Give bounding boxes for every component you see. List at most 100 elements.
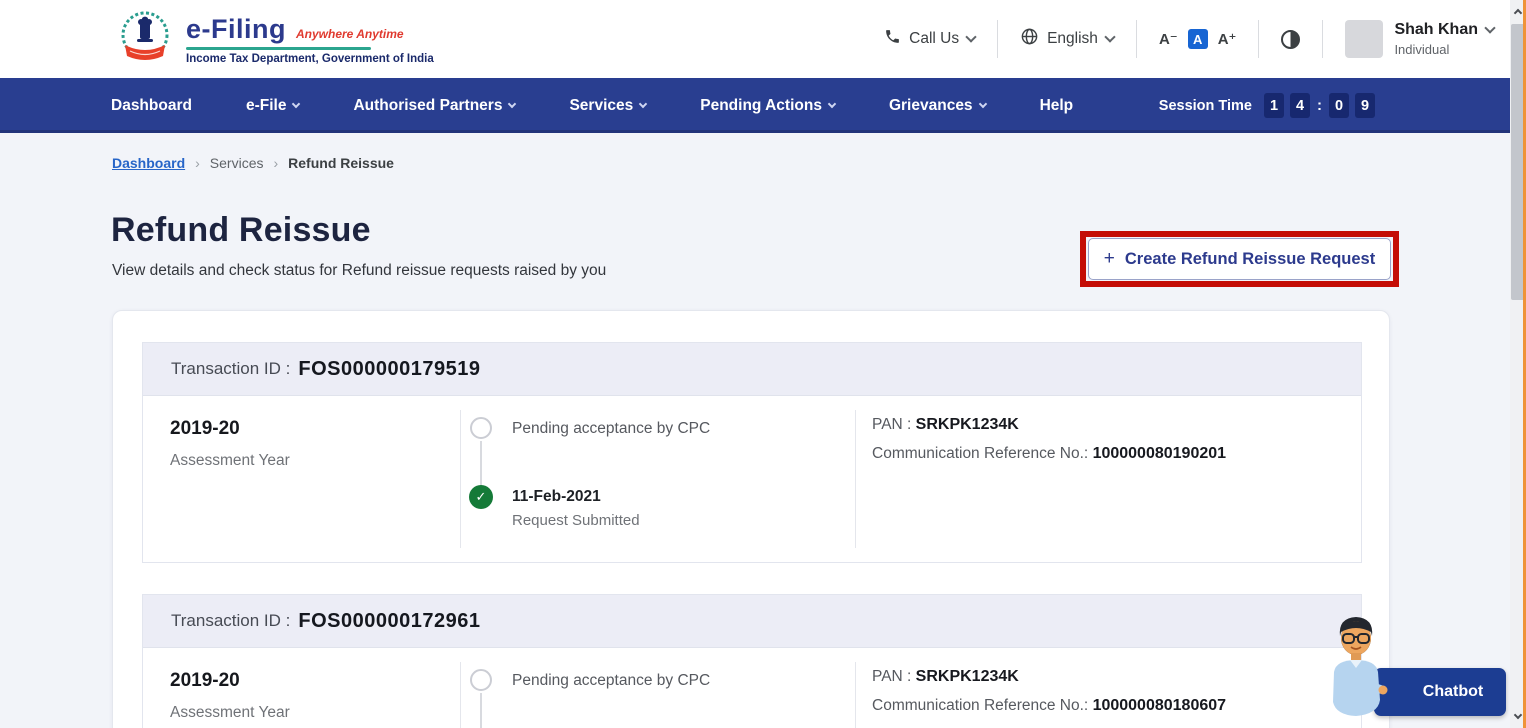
divider <box>1322 20 1323 58</box>
nav-label: Grievances <box>889 97 973 115</box>
brand-tagline: Anywhere Anytime <box>296 27 404 41</box>
timeline-connector <box>480 441 482 486</box>
font-default-button[interactable]: A <box>1188 29 1208 49</box>
pan-label: PAN : <box>872 668 911 685</box>
comm-ref-value: 100000080190201 <box>1093 445 1226 462</box>
transaction-header: Transaction ID : FOS000000179519 <box>143 343 1361 396</box>
phone-icon <box>884 28 901 50</box>
submitted-date: 11-Feb-2021 <box>512 488 601 506</box>
transaction-body: 2019-20 Assessment Year Pending acceptan… <box>143 396 1361 562</box>
chevron-down-icon <box>639 100 647 108</box>
department-name: Income Tax Department, Government of Ind… <box>186 53 434 65</box>
top-header: e-Filing Anywhere Anytime Income Tax Dep… <box>0 0 1510 78</box>
logo-divider <box>186 47 371 50</box>
call-us-label: Call Us <box>909 30 959 48</box>
pan-label: PAN : <box>872 416 911 433</box>
refund-requests-panel: Transaction ID : FOS000000179519 2019-20… <box>112 310 1390 728</box>
column-divider <box>460 662 461 728</box>
pending-status-text: Pending acceptance by CPC <box>512 420 710 438</box>
divider <box>997 20 998 58</box>
breadcrumb-services[interactable]: Services <box>210 155 264 171</box>
user-name: Shah Khan <box>1394 21 1478 39</box>
font-increase-button[interactable]: A⁺ <box>1218 30 1237 48</box>
divider <box>1136 20 1137 58</box>
efiling-logo[interactable]: e-Filing Anywhere Anytime Income Tax Dep… <box>118 9 434 70</box>
chevron-up-icon <box>1514 9 1522 17</box>
nav-pending-actions[interactable]: Pending Actions <box>700 97 835 115</box>
main-navbar: Dashboard e-File Authorised Partners Ser… <box>0 78 1510 133</box>
nav-label: Dashboard <box>111 97 192 115</box>
nav-grievances[interactable]: Grievances <box>889 97 986 115</box>
session-digit: 4 <box>1290 93 1310 118</box>
pan-value: SRKPK1234K <box>916 668 1019 685</box>
pan-value: SRKPK1234K <box>916 416 1019 433</box>
nav-label: Authorised Partners <box>353 97 502 115</box>
chatbot-button[interactable]: Chatbot <box>1374 668 1506 716</box>
pending-status-text: Pending acceptance by CPC <box>512 672 710 690</box>
transaction-id-label: Transaction ID : <box>171 611 290 631</box>
submitted-status-text: Request Submitted <box>512 512 640 529</box>
language-menu[interactable]: English <box>1020 27 1114 51</box>
divider <box>1258 20 1259 58</box>
session-time-label: Session Time <box>1159 98 1252 114</box>
chevron-down-icon <box>1104 31 1115 42</box>
nav-label: Help <box>1040 97 1074 115</box>
page-title: Refund Reissue <box>111 211 371 250</box>
nav-label: e-File <box>246 97 286 115</box>
font-decrease-button[interactable]: A⁻ <box>1159 30 1178 48</box>
avatar <box>1345 20 1383 58</box>
nav-services[interactable]: Services <box>569 97 646 115</box>
transaction-header: Transaction ID : FOS000000172961 <box>143 595 1361 648</box>
breadcrumb: Dashboard › Services › Refund Reissue <box>112 155 394 171</box>
session-colon: : <box>1317 97 1322 114</box>
breadcrumb-separator: › <box>195 155 200 171</box>
nav-help[interactable]: Help <box>1040 97 1074 115</box>
nav-e-file[interactable]: e-File <box>246 97 299 115</box>
assessment-year-label: Assessment Year <box>170 452 290 470</box>
contrast-toggle-icon[interactable] <box>1281 30 1300 49</box>
transaction-card: Transaction ID : FOS000000179519 2019-20… <box>142 342 1362 563</box>
chevron-down-icon <box>292 100 300 108</box>
pan-row: PAN : SRKPK1234K <box>872 668 1019 686</box>
column-divider <box>855 662 856 728</box>
chevron-down-icon <box>1484 22 1495 33</box>
column-divider <box>855 410 856 548</box>
page-content: Dashboard › Services › Refund Reissue Re… <box>0 133 1510 728</box>
create-refund-reissue-request-button[interactable]: + Create Refund Reissue Request <box>1088 238 1391 280</box>
comm-ref-row: Communication Reference No.: 10000008018… <box>872 697 1226 715</box>
nav-label: Pending Actions <box>700 97 822 115</box>
page-subtitle: View details and check status for Refund… <box>112 262 606 280</box>
brand-name: e-Filing <box>186 14 286 45</box>
transaction-card: Transaction ID : FOS000000172961 2019-20… <box>142 594 1362 728</box>
assessment-year-value: 2019-20 <box>170 418 240 440</box>
breadcrumb-dashboard[interactable]: Dashboard <box>112 155 185 171</box>
income-tax-emblem-icon <box>118 9 172 70</box>
globe-icon <box>1020 27 1039 51</box>
pending-step-icon <box>470 417 492 439</box>
assessment-year-label: Assessment Year <box>170 704 290 722</box>
comm-ref-label: Communication Reference No.: <box>872 445 1088 462</box>
create-button-label: Create Refund Reissue Request <box>1125 250 1375 269</box>
chevron-down-icon <box>508 100 516 108</box>
logo-text: e-Filing Anywhere Anytime Income Tax Dep… <box>186 14 434 65</box>
transaction-id-value: FOS000000179519 <box>298 358 480 381</box>
timeline-connector <box>480 693 482 728</box>
completed-step-check-icon: ✓ <box>469 485 493 509</box>
nav-dashboard[interactable]: Dashboard <box>111 97 192 115</box>
session-timer: Session Time 1 4 : 0 9 <box>1159 78 1375 133</box>
call-us-menu[interactable]: Call Us <box>884 28 975 50</box>
transaction-id-value: FOS000000172961 <box>298 610 480 633</box>
transaction-body: 2019-20 Assessment Year Pending acceptan… <box>143 648 1361 728</box>
chevron-down-icon <box>978 100 986 108</box>
session-digit: 0 <box>1329 93 1349 118</box>
chatbot-mascot <box>1326 614 1388 723</box>
chevron-down-icon <box>828 100 836 108</box>
breadcrumb-separator: › <box>273 155 278 171</box>
assessment-year-value: 2019-20 <box>170 670 240 692</box>
session-digit: 1 <box>1264 93 1284 118</box>
user-menu[interactable]: Shah Khan Individual <box>1345 20 1494 58</box>
user-role: Individual <box>1394 42 1494 57</box>
comm-ref-value: 100000080180607 <box>1093 697 1226 714</box>
nav-authorised-partners[interactable]: Authorised Partners <box>353 97 515 115</box>
pending-step-icon <box>470 669 492 691</box>
